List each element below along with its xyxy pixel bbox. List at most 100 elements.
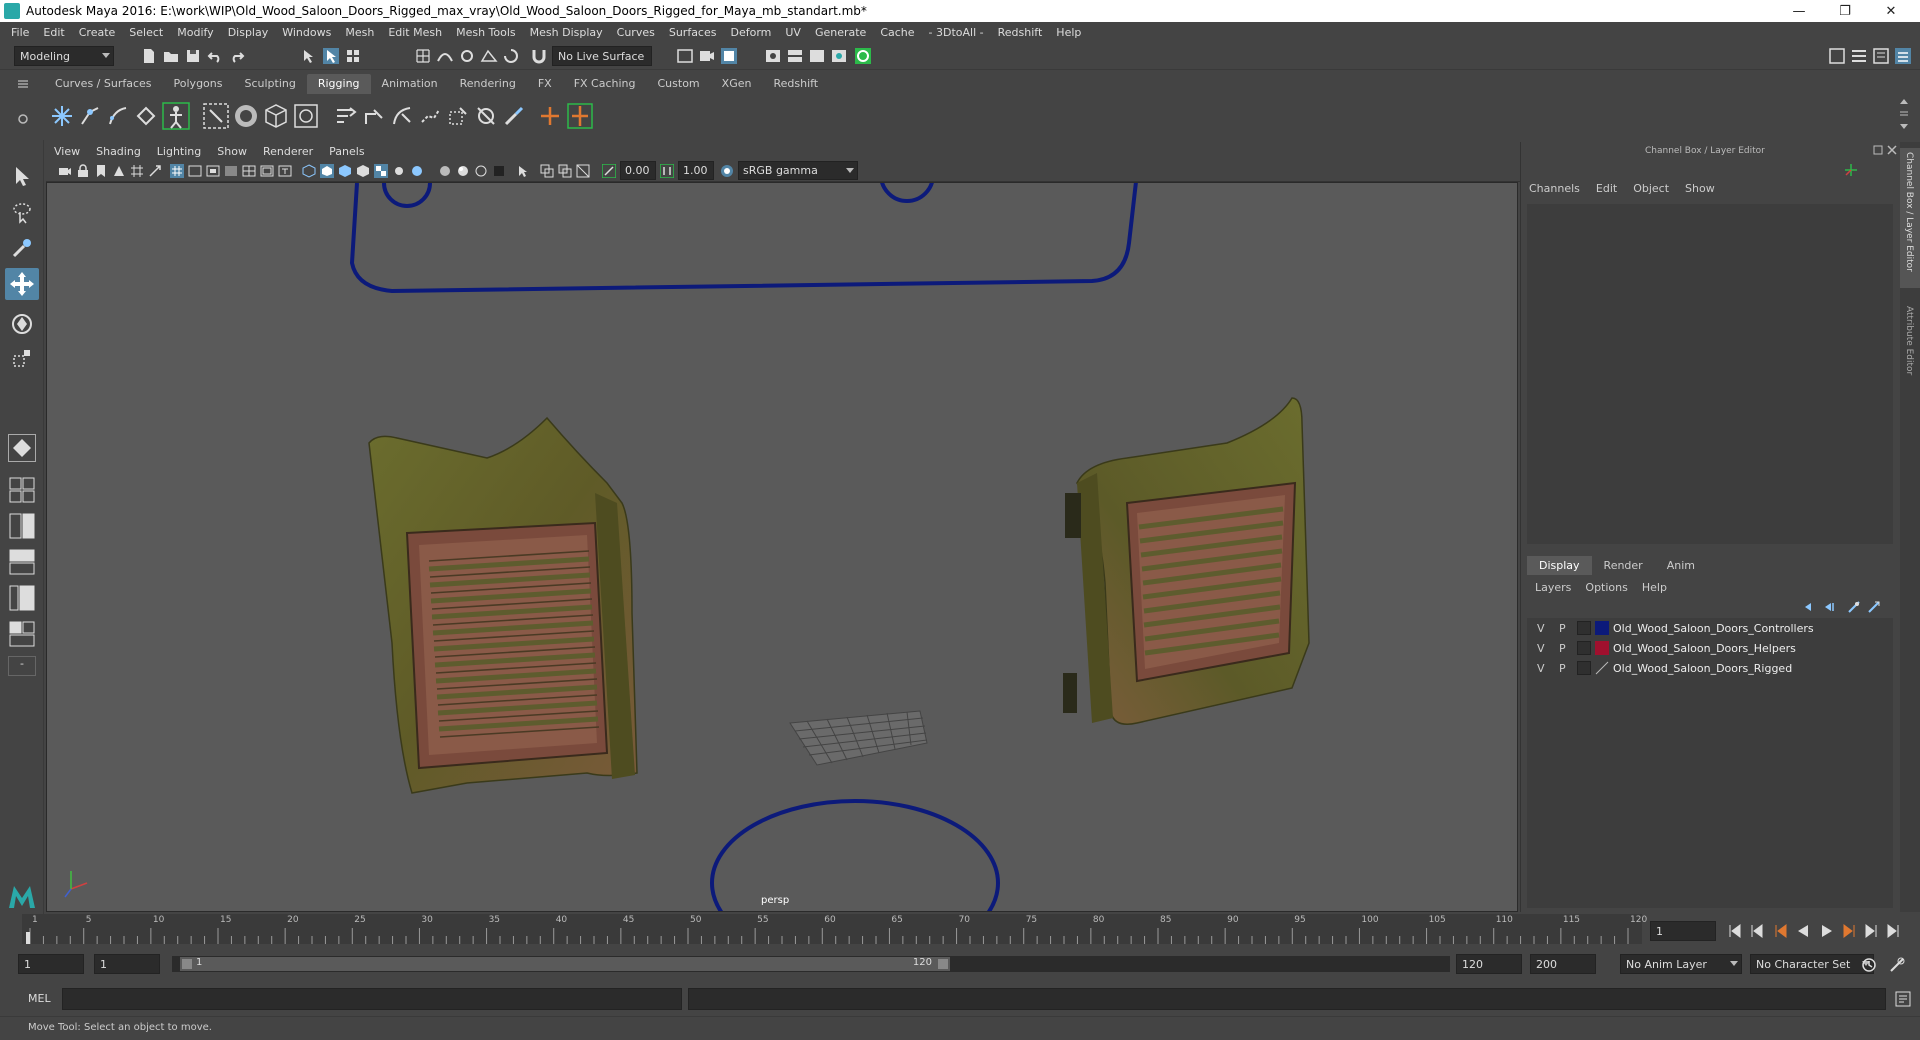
undo-icon[interactable] [206, 47, 224, 65]
play-backwards-icon[interactable] [1798, 925, 1808, 937]
magnet-icon[interactable] [530, 47, 548, 65]
redo-icon[interactable] [228, 47, 246, 65]
redshift-render-view-icon[interactable] [830, 47, 848, 65]
command-input[interactable] [62, 988, 682, 1010]
layout-menu-button[interactable]: - [8, 656, 36, 676]
layer-color-swatch[interactable] [1595, 621, 1609, 635]
layer-playback-toggle[interactable]: P [1559, 662, 1566, 675]
menu-mesh[interactable]: Mesh [338, 26, 381, 39]
shelf-tab-polygons[interactable]: Polygons [163, 74, 234, 94]
persp-graph-layout-icon[interactable] [8, 548, 36, 576]
layer-menu-layers[interactable]: Layers [1535, 581, 1571, 594]
paint-select-tool-icon[interactable] [10, 236, 34, 260]
render-view-icon[interactable] [676, 47, 694, 65]
shelf-tab-rendering[interactable]: Rendering [449, 74, 527, 94]
menu-modify[interactable]: Modify [170, 26, 220, 39]
shelf-tab-fx-caching[interactable]: FX Caching [563, 74, 647, 94]
menu-surfaces[interactable]: Surfaces [662, 26, 724, 39]
cluster-icon[interactable] [292, 102, 320, 130]
right-saloon-door[interactable] [1063, 397, 1310, 725]
xray-components-icon[interactable] [576, 164, 590, 178]
menu-display[interactable]: Display [221, 26, 276, 39]
layer-visibility-toggle[interactable]: V [1537, 662, 1545, 675]
xray-icon[interactable] [540, 164, 554, 178]
menu-cache[interactable]: Cache [873, 26, 921, 39]
attribute-editor-toggle-icon[interactable] [1850, 47, 1868, 65]
layer-reference-toggle[interactable] [1577, 621, 1591, 635]
redshift-ipr-icon[interactable] [854, 47, 872, 65]
outliner-layout-icon[interactable] [8, 584, 36, 612]
gamma-field[interactable]: 1.00 [678, 161, 714, 180]
step-back-icon[interactable] [1751, 924, 1763, 938]
close-panel-icon[interactable] [1887, 145, 1897, 155]
maximize-button[interactable]: ❐ [1822, 0, 1868, 22]
ik-handle-icon[interactable] [78, 104, 102, 128]
layer-row[interactable]: V P Old_Wood_Saloon_Doors_Controllers [1527, 618, 1893, 638]
orient-constraint-icon[interactable] [566, 102, 594, 130]
render-frame-icon[interactable] [698, 47, 716, 65]
side-tab-channel-box[interactable]: Channel Box / Layer Editor [1900, 148, 1920, 288]
four-view-layout-icon[interactable] [8, 476, 36, 504]
menu-3dtoall[interactable]: - 3DtoAll - [922, 26, 991, 39]
render-settings-icon[interactable] [764, 47, 782, 65]
channel-box-menu-object[interactable]: Object [1633, 182, 1669, 195]
auto-key-icon[interactable] [1860, 956, 1878, 974]
mode-dropdown[interactable]: Modeling [14, 46, 114, 66]
layer-visibility-toggle[interactable]: V [1537, 622, 1545, 635]
go-to-end-icon[interactable] [1887, 924, 1899, 938]
scale-tool-icon[interactable] [10, 346, 34, 370]
menu-file[interactable]: File [4, 26, 36, 39]
playback-end-field[interactable]: 120 [1456, 954, 1522, 974]
snap-to-point-icon[interactable] [458, 47, 476, 65]
select-by-component-icon[interactable] [344, 47, 362, 65]
tool-settings-toggle-icon[interactable] [1872, 47, 1890, 65]
select-by-object-icon[interactable] [322, 47, 340, 65]
step-forward-key-icon[interactable] [1843, 924, 1855, 938]
animation-preferences-icon[interactable] [1888, 956, 1906, 974]
range-slider-handle[interactable]: 1 120 [180, 957, 950, 971]
menu-curves[interactable]: Curves [610, 26, 662, 39]
step-back-key-icon[interactable] [1775, 924, 1787, 938]
range-end-grip[interactable] [938, 959, 948, 969]
shelf-tab-curves-surfaces[interactable]: Curves / Surfaces [44, 74, 163, 94]
layer-row[interactable]: V P Old_Wood_Saloon_Doors_Helpers [1527, 638, 1893, 658]
script-editor-icon[interactable] [1894, 990, 1912, 1008]
live-surface-field[interactable]: No Live Surface [552, 46, 652, 66]
exposure-field[interactable]: 0.00 [620, 161, 656, 180]
render-setup-icon[interactable] [808, 47, 826, 65]
color-space-dropdown[interactable]: sRGB gamma [738, 161, 858, 180]
default-material-icon[interactable] [338, 164, 352, 178]
end-time-field[interactable]: 200 [1530, 954, 1596, 974]
viewport-menu-lighting[interactable]: Lighting [149, 145, 209, 158]
save-scene-icon[interactable] [184, 47, 202, 65]
shelf-tab-rigging[interactable]: Rigging [306, 74, 371, 94]
range-slider-track[interactable]: 1 120 [172, 956, 1450, 972]
modeling-toolkit-icon[interactable] [1828, 47, 1846, 65]
new-layer-selected-icon[interactable] [1867, 600, 1881, 614]
channel-box-manip-icon[interactable] [1843, 162, 1859, 178]
grid-toggle-icon[interactable] [130, 164, 144, 178]
side-by-side-layout-icon[interactable] [8, 512, 36, 540]
select-by-hierarchy-icon[interactable] [300, 47, 318, 65]
bookmark-icon[interactable] [94, 164, 108, 178]
layer-tab-display[interactable]: Display [1527, 556, 1592, 575]
open-scene-icon[interactable] [162, 47, 180, 65]
joint-tool-icon[interactable] [50, 104, 74, 128]
start-time-field[interactable]: 1 [18, 954, 84, 974]
field-chart-icon[interactable] [242, 164, 256, 178]
close-button[interactable]: ✕ [1868, 0, 1914, 22]
channel-box-toggle-icon[interactable] [1894, 47, 1912, 65]
anim-layer-dropdown[interactable]: No Anim Layer [1620, 954, 1742, 974]
top-controller-curve[interactable] [349, 183, 1257, 294]
menu-uv[interactable]: UV [778, 26, 808, 39]
current-frame-field[interactable]: 1 [1650, 921, 1716, 941]
ik-spline-icon[interactable] [106, 104, 130, 128]
resolution-gate-icon[interactable] [206, 164, 220, 178]
lasso-tool-icon[interactable] [10, 200, 34, 224]
layer-row[interactable]: V P Old_Wood_Saloon_Doors_Rigged [1527, 658, 1893, 678]
wire-deformer-icon[interactable] [362, 104, 386, 128]
layer-playback-toggle[interactable]: P [1559, 622, 1566, 635]
safe-action-icon[interactable] [260, 164, 274, 178]
play-forwards-icon[interactable] [1822, 925, 1832, 937]
menu-edit-mesh[interactable]: Edit Mesh [381, 26, 449, 39]
